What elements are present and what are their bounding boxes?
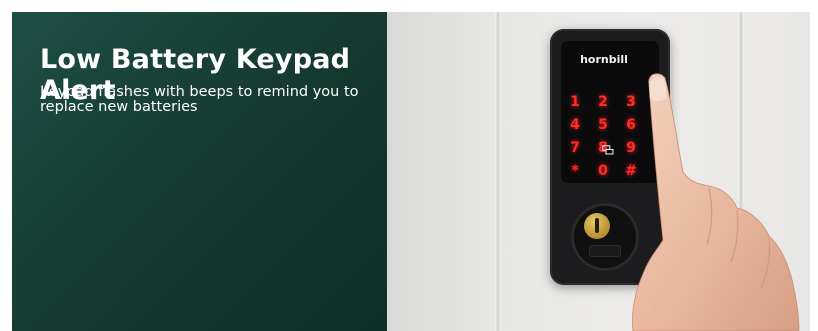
- pointing-hand: [632, 73, 800, 331]
- text-panel: Low Battery Keypad Alert Keypad flashes …: [12, 12, 387, 331]
- banner-subtitle: Keypad flashes with beeps to remind you …: [40, 84, 359, 115]
- product-photo: hornbill 1 2 3 4 5 6 7 8 9 * 0 #: [387, 12, 810, 331]
- alert-banner: Low Battery Keypad Alert Keypad flashes …: [12, 12, 810, 331]
